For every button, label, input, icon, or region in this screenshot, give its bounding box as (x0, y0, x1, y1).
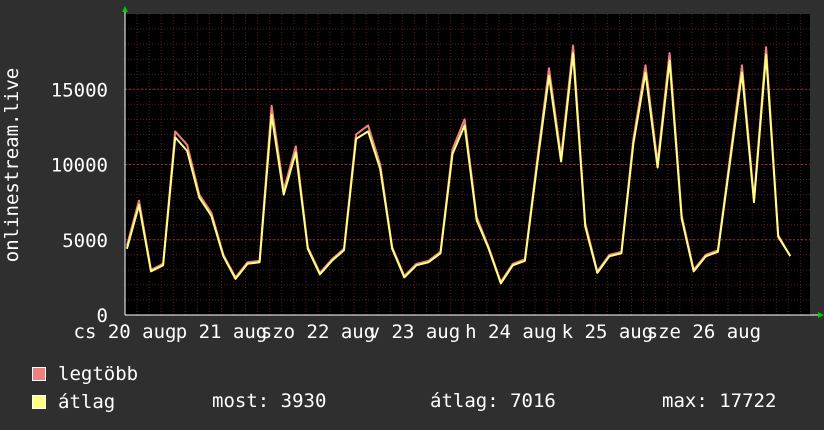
legend-label-atlag: átlag (58, 391, 116, 413)
x-tick-label: k 25 aug (562, 321, 654, 343)
x-tick-label: v 23 aug (369, 321, 461, 343)
stat-current: most: 3930 (212, 390, 327, 412)
legend-item-atlag: átlag (32, 391, 115, 413)
y-tick-label: 15000 (51, 79, 108, 101)
x-tick-label: cs 20 aug (74, 321, 177, 343)
x-axis-arrow (818, 312, 824, 318)
legend-item-legtobb: legtöbb (32, 363, 138, 385)
x-tick-label: h 24 aug (465, 321, 557, 343)
x-tick-label: szo 22 aug (261, 321, 375, 343)
x-tick-label: sze 26 aug (647, 321, 761, 343)
legend-swatch-atlag (32, 395, 46, 409)
y-axis-label: onlinestream.live (1, 68, 23, 262)
legend-swatch-legtobb (32, 367, 46, 381)
y-tick-label: 10000 (51, 155, 108, 177)
x-tick-label: p 21 aug (176, 321, 268, 343)
y-axis-arrow (122, 6, 128, 12)
stat-average: átlag: 7016 (430, 390, 556, 412)
stat-max: max: 17722 (662, 390, 777, 412)
legend-label-legtobb: legtöbb (58, 363, 139, 385)
y-tick-label: 5000 (62, 230, 108, 252)
